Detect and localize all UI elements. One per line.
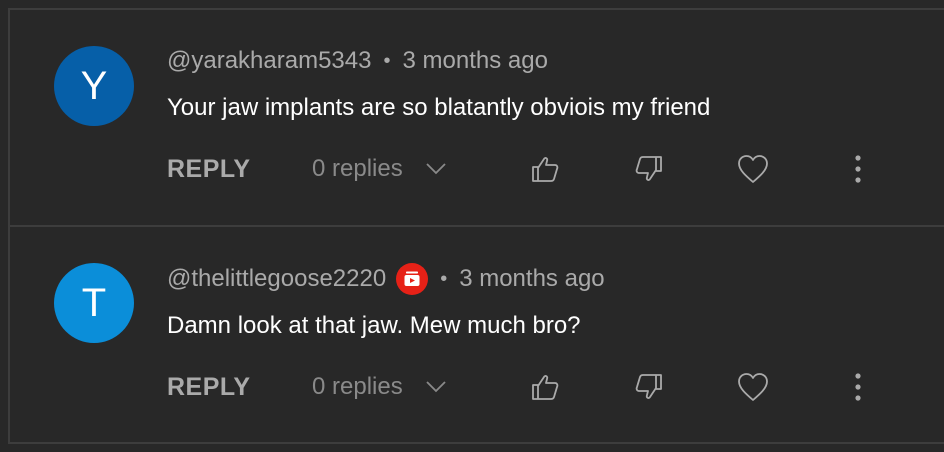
more-vertical-icon bbox=[855, 373, 861, 401]
heart-button[interactable] bbox=[733, 149, 773, 189]
avatar-letter: T bbox=[81, 280, 107, 325]
comment-timestamp[interactable]: 3 months ago bbox=[402, 47, 547, 75]
reply-button[interactable]: REPLY bbox=[167, 367, 251, 407]
thumbs-up-icon bbox=[532, 157, 559, 182]
replies-toggle[interactable]: 0 replies bbox=[312, 367, 447, 407]
comment-1: Y @yarakharam5343 • 3 months ago Your ja… bbox=[8, 10, 944, 226]
avatar[interactable]: Y bbox=[54, 46, 134, 126]
dislike-button[interactable] bbox=[629, 367, 669, 407]
chevron-down-icon bbox=[426, 381, 446, 393]
comment-2: T @thelittlegoose2220 • 3 months ago Dam… bbox=[8, 227, 944, 443]
more-options-button[interactable] bbox=[838, 149, 878, 189]
like-button[interactable] bbox=[525, 149, 565, 189]
heart-icon bbox=[738, 373, 768, 401]
separator-dot: • bbox=[383, 49, 391, 72]
reply-button[interactable]: REPLY bbox=[167, 149, 251, 189]
comment-actions: REPLY 0 replies bbox=[8, 149, 944, 189]
comment-meta: @thelittlegoose2220 • 3 months ago bbox=[167, 263, 605, 295]
replies-count: 0 replies bbox=[312, 155, 403, 182]
username-link[interactable]: @yarakharam5343 bbox=[167, 47, 371, 75]
chevron-down-icon bbox=[426, 163, 446, 175]
replies-toggle[interactable]: 0 replies bbox=[312, 149, 447, 189]
comment-meta: @yarakharam5343 • 3 months ago bbox=[167, 45, 548, 77]
avatar[interactable]: T bbox=[54, 263, 134, 343]
creator-badge-icon bbox=[396, 263, 429, 295]
thumbs-down-icon bbox=[635, 156, 662, 181]
more-options-button[interactable] bbox=[838, 367, 878, 407]
dislike-button[interactable] bbox=[629, 149, 669, 189]
replies-count: 0 replies bbox=[312, 373, 403, 400]
comment-text: Damn look at that jaw. Mew much bro? bbox=[167, 312, 581, 339]
comment-timestamp[interactable]: 3 months ago bbox=[459, 265, 604, 293]
comment-actions: REPLY 0 replies bbox=[8, 367, 944, 407]
heart-icon bbox=[738, 155, 768, 183]
like-button[interactable] bbox=[525, 367, 565, 407]
thumbs-up-icon bbox=[532, 375, 559, 400]
thumbs-down-icon bbox=[635, 374, 662, 399]
more-vertical-icon bbox=[855, 155, 861, 183]
username-link[interactable]: @thelittlegoose2220 bbox=[167, 265, 386, 293]
heart-button[interactable] bbox=[733, 367, 773, 407]
avatar-letter: Y bbox=[80, 63, 108, 108]
separator-dot: • bbox=[440, 267, 448, 290]
comment-text: Your jaw implants are so blatantly obvio… bbox=[167, 94, 711, 121]
